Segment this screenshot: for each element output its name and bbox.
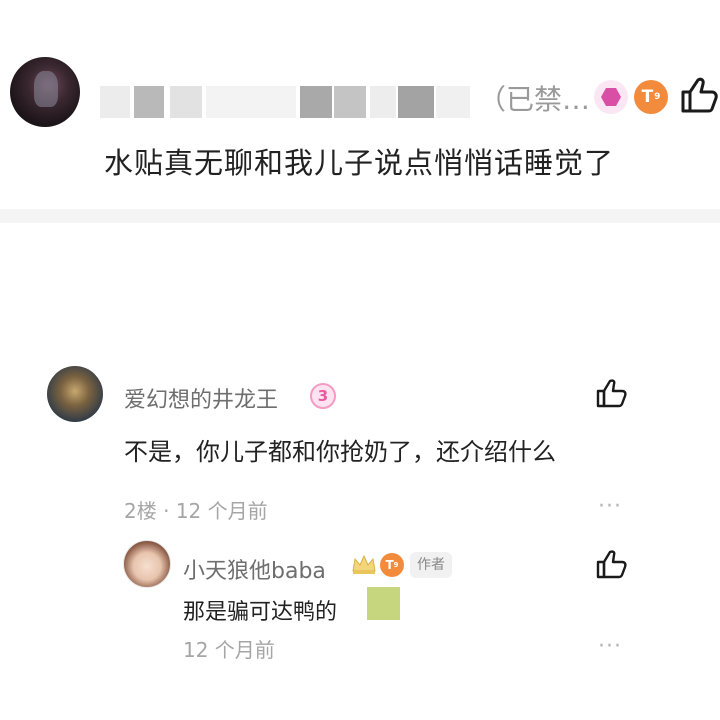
username[interactable]: 爱幻想的井龙王 (124, 382, 278, 414)
t-level-badge-icon[interactable]: T9 (634, 80, 668, 114)
thumbs-up-icon[interactable] (596, 378, 628, 408)
meta-separator: · (163, 499, 170, 523)
floor-number: 2楼 (124, 499, 157, 523)
crown-icon (352, 554, 376, 574)
t-level-badge-icon[interactable]: T9 (380, 553, 404, 577)
sticker-emoji (367, 587, 400, 620)
more-options-icon[interactable]: ··· (598, 494, 622, 519)
banned-label: （已禁… (478, 83, 591, 116)
reply-meta: 2楼 · 12 个月前 (124, 495, 268, 524)
reply-text: 不是，你儿子都和你抢奶了，还介绍什么 (124, 438, 556, 466)
avatar[interactable] (123, 540, 171, 588)
badge-level: 9 (654, 92, 661, 102)
thumbs-up-icon[interactable] (680, 76, 720, 114)
username[interactable]: 小天狼他baba (183, 553, 326, 585)
username-blurred[interactable] (100, 86, 470, 118)
level-badge: 3 (310, 383, 336, 409)
timestamp: 12 个月前 (183, 638, 275, 662)
badge-level: 9 (393, 561, 399, 569)
avatar[interactable] (10, 57, 80, 127)
more-options-icon[interactable]: ··· (598, 634, 622, 659)
section-divider (0, 209, 720, 223)
thumbs-up-icon[interactable] (596, 549, 628, 579)
comment-text: 水贴真无聊和我儿子说点悄悄话睡觉了 (104, 146, 615, 180)
nested-reply-text: 那是骗可达鸭的 (183, 600, 338, 625)
badge-letter: T (641, 87, 654, 107)
badge-letter: T (385, 558, 394, 572)
avatar[interactable] (47, 366, 103, 422)
author-tag: 作者 (410, 552, 452, 578)
timestamp: 12 个月前 (175, 499, 268, 523)
hexagon-badge-icon[interactable] (594, 80, 628, 114)
